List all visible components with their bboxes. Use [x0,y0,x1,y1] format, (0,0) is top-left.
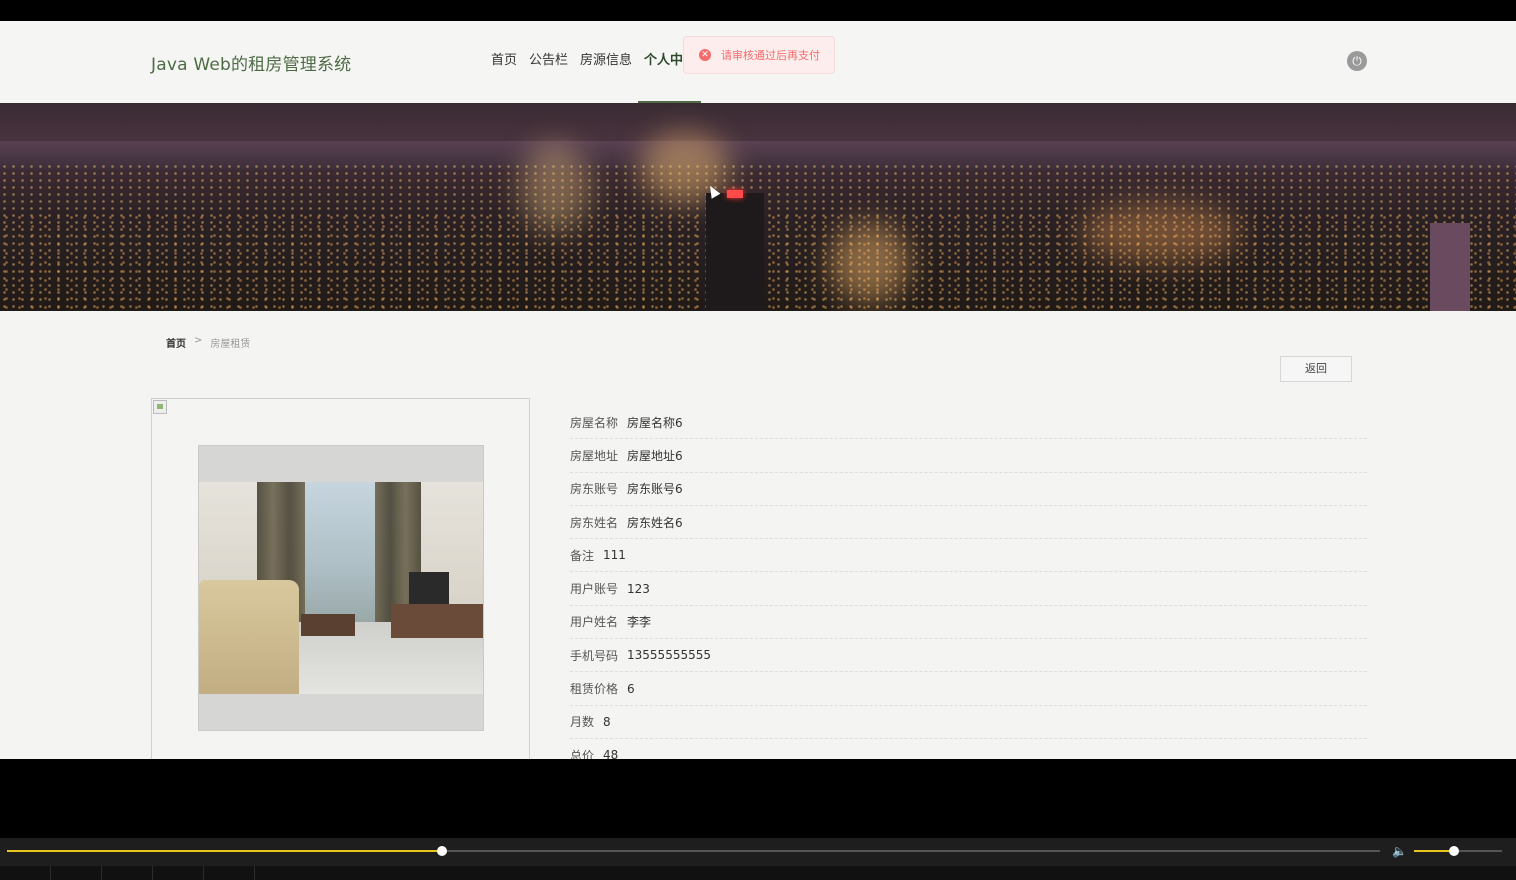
detail-value: 房东姓名6 [627,515,683,530]
detail-value: 123 [627,581,650,596]
player-button[interactable] [204,866,255,880]
volume-slider[interactable] [1414,846,1502,856]
volume-knob[interactable] [1448,846,1459,856]
house-photo[interactable] [198,445,484,731]
detail-label: 租赁价格 [570,682,619,697]
detail-row: 房屋地址 房屋地址6 [570,439,1367,473]
living-room-photo [199,482,483,694]
rental-details: 房屋名称 房屋名称6 房屋地址 房屋地址6 房东账号 房东账号6 房东姓名 房东姓名6 备注 11… [570,406,1367,759]
player-button[interactable] [102,866,153,880]
video-player-controls: 🔈 [0,838,1516,880]
nav-listings[interactable]: 房源信息 [574,21,638,103]
detail-value: 48 [603,748,619,759]
detail-label: 月数 [570,715,595,730]
detail-label: 用户姓名 [570,615,619,630]
site-title: Java Web的租房管理系统 [151,55,352,75]
nav-notice-board[interactable]: 公告栏 [523,21,574,103]
detail-label: 房屋名称 [570,415,619,430]
detail-value: 房屋名称6 [627,415,683,430]
detail-value: 李李 [627,615,652,630]
breadcrumb-separator: > [194,335,203,346]
detail-row: 月数 8 [570,706,1367,739]
breadcrumb: 首页 > 房屋租赁 [166,335,250,350]
progress-bar[interactable] [7,846,1380,856]
banner-red-sign [727,190,743,198]
detail-label: 手机号码 [570,648,619,663]
player-button[interactable] [0,866,51,880]
progress-knob[interactable] [437,846,448,856]
nav-home[interactable]: 首页 [485,21,523,103]
broken-image-icon [153,400,167,414]
breadcrumb-current: 房屋租赁 [210,339,251,350]
detail-row: 房东账号 房东账号6 [570,473,1367,506]
detail-label: 房东姓名 [570,515,619,530]
detail-row: 用户账号 123 [570,572,1367,606]
detail-label: 用户账号 [570,582,619,597]
breadcrumb-home[interactable]: 首页 [166,335,186,350]
detail-row: 备注 111 [570,539,1367,573]
detail-label: 总价 [570,748,595,759]
detail-row: 租赁价格 6 [570,672,1367,706]
detail-value: 房东账号6 [627,482,683,497]
progress-fill [7,850,443,852]
house-image-panel [151,398,530,759]
detail-value: 房屋地址6 [627,448,683,463]
detail-label: 房东账号 [570,482,619,497]
player-button[interactable] [51,866,102,880]
detail-label: 房屋地址 [570,448,619,463]
photo-sofa [199,580,299,694]
detail-row: 手机号码 13555555555 [570,639,1367,673]
browser-viewport: Java Web的租房管理系统 首页 公告栏 房源信息 个人中 ⏻ ✕ 请审核通… [0,21,1516,759]
return-button[interactable]: 返回 [1280,356,1352,382]
player-button[interactable] [153,866,204,880]
detail-row: 房东姓名 房东姓名6 [570,506,1367,540]
banner-tower [1430,223,1470,311]
photo-tv-stand [391,604,483,638]
player-button-strip [0,866,1516,880]
power-icon[interactable]: ⏻ [1347,51,1367,71]
photo-tv [409,572,449,604]
detail-row: 房屋名称 房屋名称6 [570,406,1367,440]
error-toast: ✕ 请审核通过后再支付 [683,36,835,74]
banner-tower [706,193,764,311]
toast-message: 请审核通过后再支付 [721,49,820,62]
volume-icon[interactable]: 🔈 [1392,844,1408,858]
photo-table [301,614,355,636]
detail-value: 8 [603,714,611,729]
detail-value: 111 [603,548,626,563]
error-circle-icon: ✕ [699,49,711,61]
detail-row: 总价 48 [570,739,1367,759]
volume-fill [1414,850,1454,852]
main-nav: 首页 公告栏 房源信息 个人中 [485,21,702,103]
detail-value: 13555555555 [627,648,711,663]
city-night-banner [0,103,1516,311]
detail-value: 6 [627,681,635,696]
detail-row: 用户姓名 李李 [570,606,1367,640]
detail-label: 备注 [570,548,595,563]
